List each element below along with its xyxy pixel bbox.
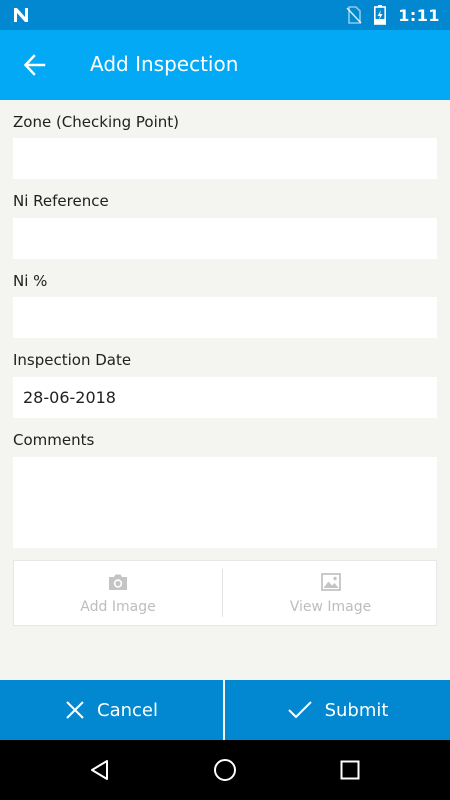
close-icon — [66, 701, 84, 719]
image-icon — [320, 573, 341, 591]
image-actions: Add Image View Image — [13, 560, 437, 626]
status-bar: 1:11 — [0, 0, 450, 30]
status-time: 1:11 — [398, 5, 440, 25]
comments-textarea[interactable] — [13, 457, 437, 548]
nav-recents-button[interactable] — [335, 755, 365, 785]
camera-icon — [109, 574, 127, 590]
bottom-action-bar: Cancel Submit — [0, 680, 450, 740]
back-triangle-icon — [91, 760, 108, 780]
inspection-date-input[interactable] — [13, 377, 437, 418]
submit-button[interactable]: Submit — [225, 680, 450, 740]
comments-label: Comments — [13, 431, 95, 449]
page-title: Add Inspection — [90, 52, 239, 76]
system-nav-bar — [0, 740, 450, 800]
zone-label: Zone (Checking Point) — [13, 113, 180, 131]
view-image-label: View Image — [289, 599, 372, 615]
cancel-label: Cancel — [97, 699, 158, 721]
view-image-button[interactable]: View Image — [223, 561, 438, 627]
app-bar: Add Inspection — [0, 30, 450, 100]
add-image-label: Add Image — [80, 599, 156, 615]
ni-reference-input[interactable] — [13, 218, 437, 259]
zone-input[interactable] — [13, 138, 437, 179]
battery-charging-icon — [374, 5, 387, 25]
notification-n-icon — [14, 8, 28, 22]
recents-square-icon — [340, 760, 360, 780]
nav-back-button[interactable] — [85, 755, 115, 785]
add-image-button[interactable]: Add Image — [14, 561, 222, 627]
ni-percent-label: Ni % — [13, 272, 48, 290]
ni-percent-input[interactable] — [13, 297, 437, 338]
inspection-date-label: Inspection Date — [13, 351, 132, 369]
home-circle-icon — [214, 759, 236, 781]
cancel-button[interactable]: Cancel — [0, 680, 223, 740]
arrow-left-icon[interactable] — [22, 52, 48, 78]
nav-home-button[interactable] — [210, 755, 240, 785]
no-sim-icon — [346, 6, 362, 24]
check-icon — [287, 701, 312, 719]
ni-reference-label: Ni Reference — [13, 192, 109, 210]
inspection-form: Zone (Checking Point) Ni Reference Ni % … — [0, 100, 450, 680]
submit-label: Submit — [324, 699, 389, 721]
